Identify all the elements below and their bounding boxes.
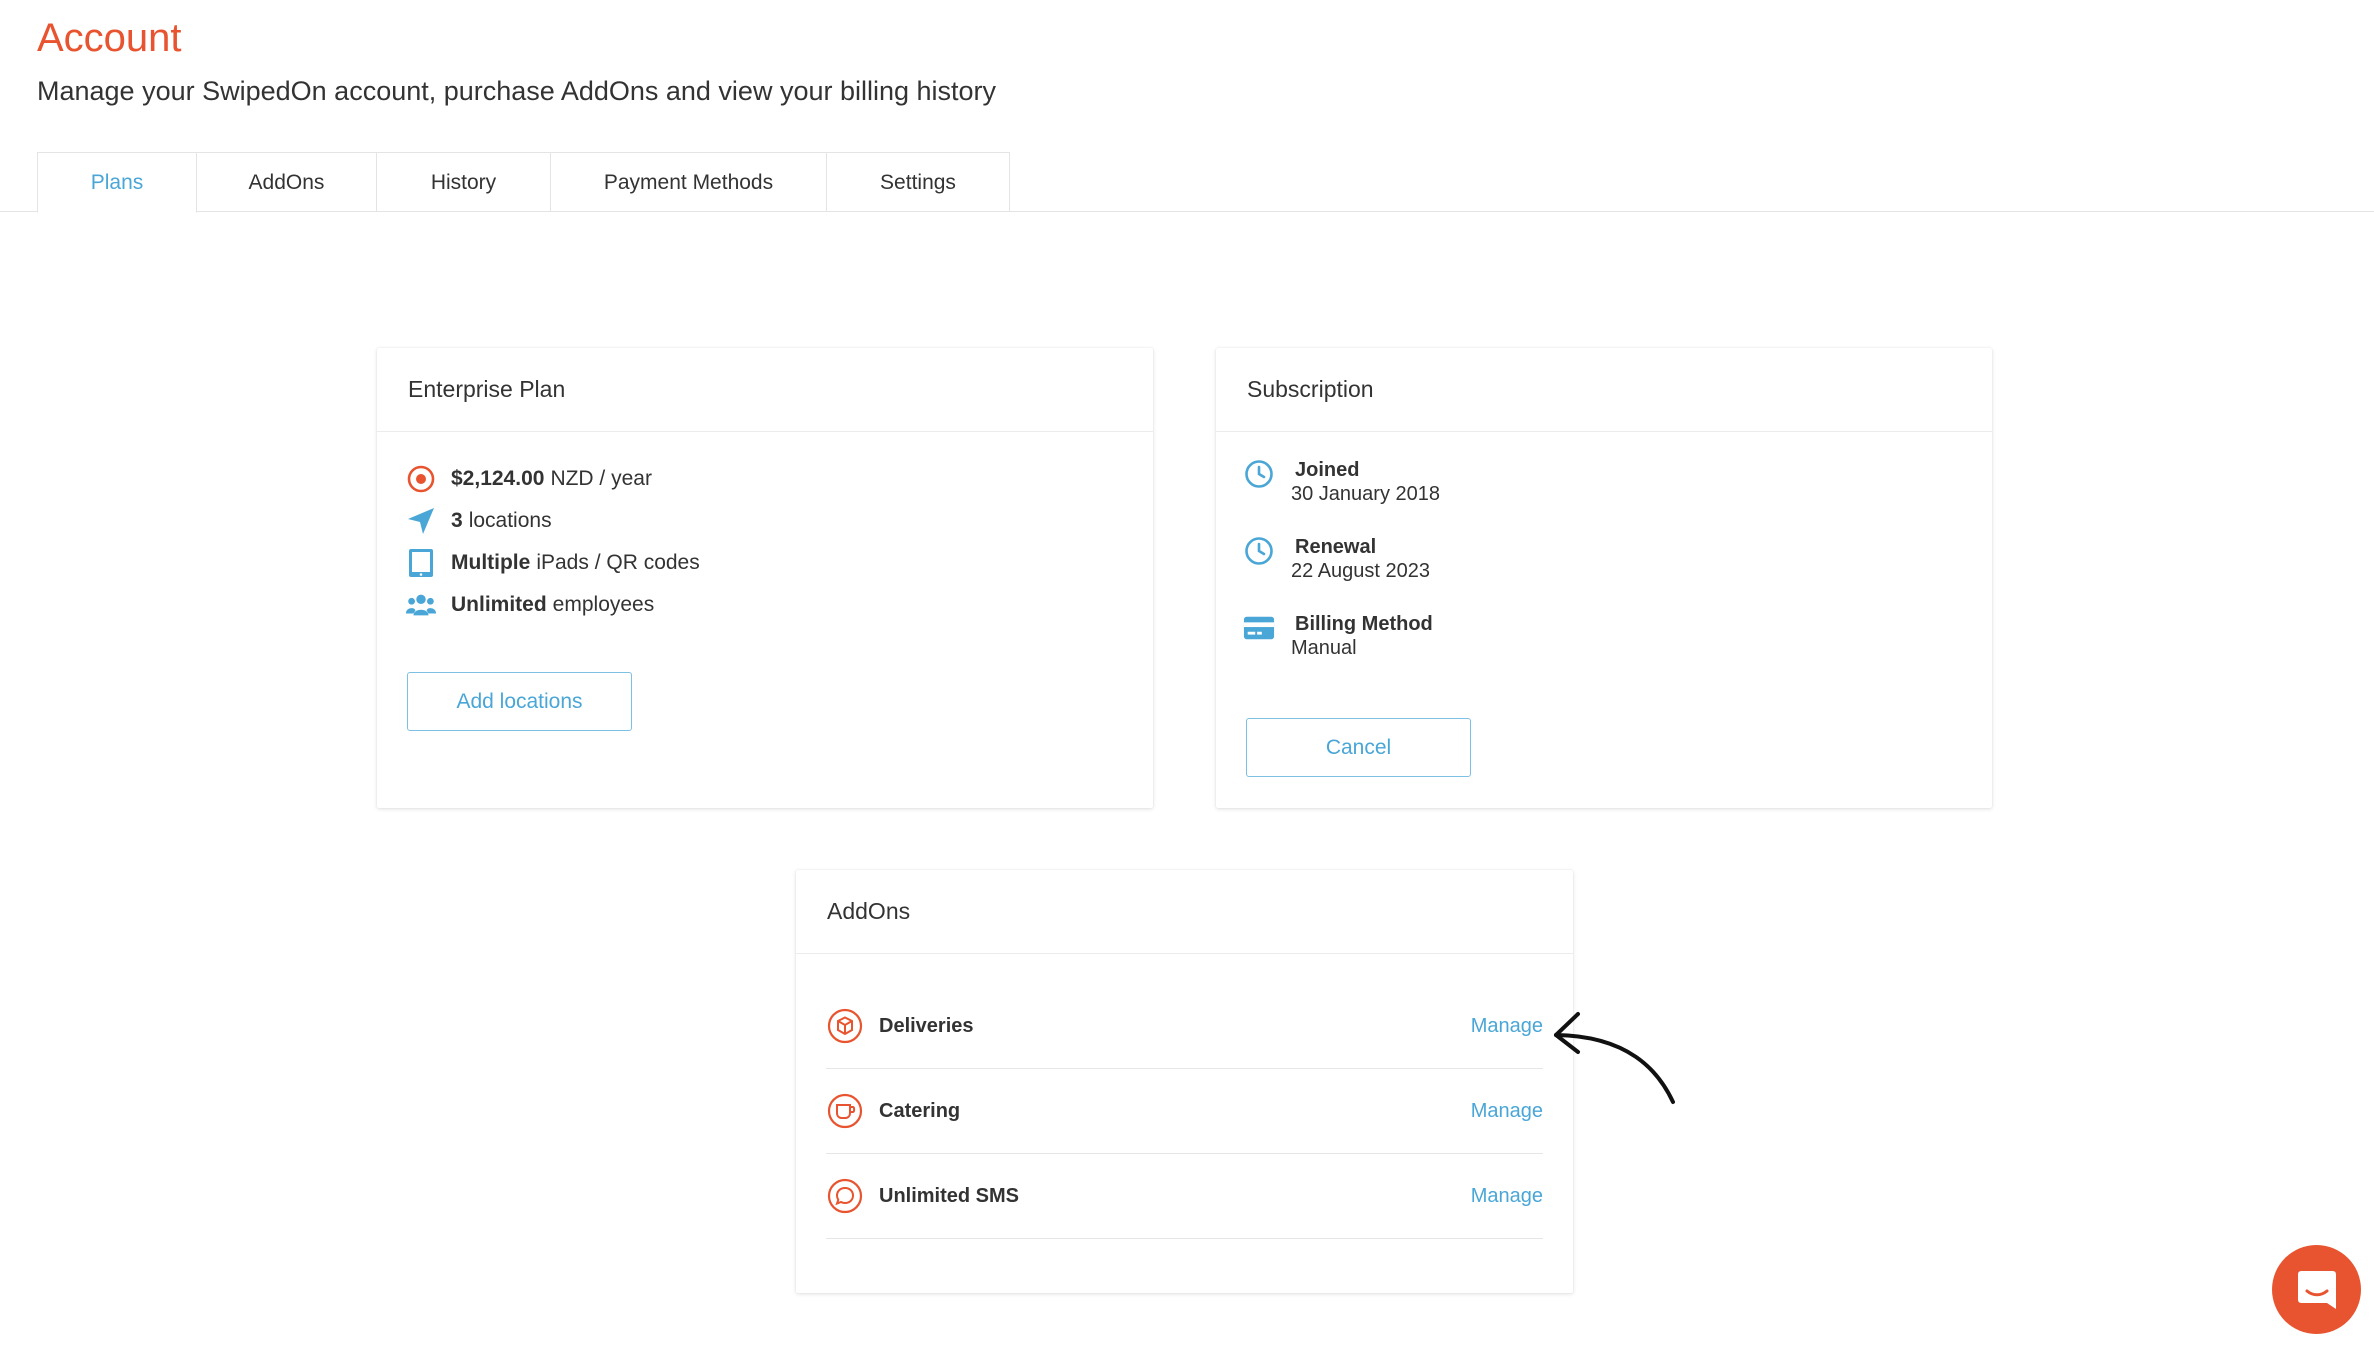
coffee-cup-icon (826, 1092, 864, 1130)
addon-name: Deliveries (879, 1014, 974, 1037)
clock-icon (1243, 458, 1275, 490)
billing-value: Manual (1291, 637, 1357, 659)
credit-card-icon (1243, 612, 1275, 644)
joined-item: Joined 30 January 2018 (1243, 458, 1992, 506)
tabs-divider (0, 211, 2374, 212)
addons-list: Deliveries Manage Catering Manage Unlimi… (826, 984, 1543, 1239)
renewal-label: Renewal (1295, 536, 1377, 558)
plan-locations-count: 3 (451, 509, 463, 532)
page-title: Account (37, 16, 182, 60)
chat-bubble-icon (826, 1177, 864, 1215)
plan-features: $2,124.00 NZD / year 3 locations Multipl… (377, 432, 1153, 626)
renewal-value: 22 August 2023 (1291, 560, 1431, 582)
subscription-details: Joined 30 January 2018 Renewal 22 August… (1216, 432, 1992, 660)
annotation-arrow (1554, 1012, 1675, 1104)
billing-item: Billing Method Manual (1243, 612, 1992, 660)
plan-price-row: $2,124.00 NZD / year (405, 458, 1153, 500)
add-locations-button[interactable]: Add locations (407, 672, 632, 731)
billing-label: Billing Method (1295, 613, 1433, 635)
chat-launcher-button[interactable] (2272, 1245, 2361, 1334)
plan-card-title: Enterprise Plan (377, 348, 1153, 432)
plan-locations-text: locations (468, 509, 552, 532)
plan-devices-bold: Multiple (451, 551, 531, 574)
location-arrow-icon (405, 505, 437, 537)
addons-card: AddOns Deliveries Manage Catering Manage (796, 870, 1573, 1293)
plan-employees-row: Unlimited employees (405, 584, 1153, 626)
manage-sms-link[interactable]: Manage (1471, 1185, 1543, 1208)
users-icon (405, 589, 437, 621)
subscription-card: Subscription Joined 30 January 2018 Rene… (1216, 348, 1992, 808)
plan-card: Enterprise Plan $2,124.00 NZD / year 3 l… (377, 348, 1153, 808)
plan-devices-text: iPads / QR codes (536, 551, 700, 574)
tab-settings[interactable]: Settings (826, 152, 1010, 212)
addon-name: Catering (879, 1099, 961, 1122)
plan-price-unit: NZD / year (550, 467, 652, 490)
plan-employees-text: employees (552, 593, 655, 616)
addons-card-title: AddOns (796, 870, 1573, 954)
manage-deliveries-link[interactable]: Manage (1471, 1015, 1543, 1038)
addon-name: Unlimited SMS (879, 1184, 1020, 1207)
cancel-subscription-button[interactable]: Cancel (1246, 718, 1471, 777)
account-tabs: Plans AddOns History Payment Methods Set… (37, 152, 1010, 213)
tab-addons[interactable]: AddOns (196, 152, 377, 212)
addon-row-deliveries: Deliveries Manage (826, 984, 1543, 1069)
manage-catering-link[interactable]: Manage (1471, 1100, 1543, 1123)
tab-history[interactable]: History (376, 152, 551, 212)
addon-row-sms: Unlimited SMS Manage (826, 1154, 1543, 1239)
plan-devices-row: Multiple iPads / QR codes (405, 542, 1153, 584)
renewal-item: Renewal 22 August 2023 (1243, 535, 1992, 583)
subscription-card-title: Subscription (1216, 348, 1992, 432)
plan-price: $2,124.00 (451, 467, 545, 490)
tab-plans[interactable]: Plans (37, 152, 197, 213)
addon-row-catering: Catering Manage (826, 1069, 1543, 1154)
clock-icon (1243, 535, 1275, 567)
tablet-icon (405, 547, 437, 579)
target-icon (405, 463, 437, 495)
page-subtitle: Manage your SwipedOn account, purchase A… (37, 76, 997, 106)
joined-value: 30 January 2018 (1291, 483, 1441, 505)
plan-locations-row: 3 locations (405, 500, 1153, 542)
joined-label: Joined (1295, 459, 1360, 481)
chat-icon (2297, 1270, 2336, 1309)
package-icon (826, 1007, 864, 1045)
tab-payment-methods[interactable]: Payment Methods (550, 152, 827, 212)
plan-employees-bold: Unlimited (451, 593, 547, 616)
